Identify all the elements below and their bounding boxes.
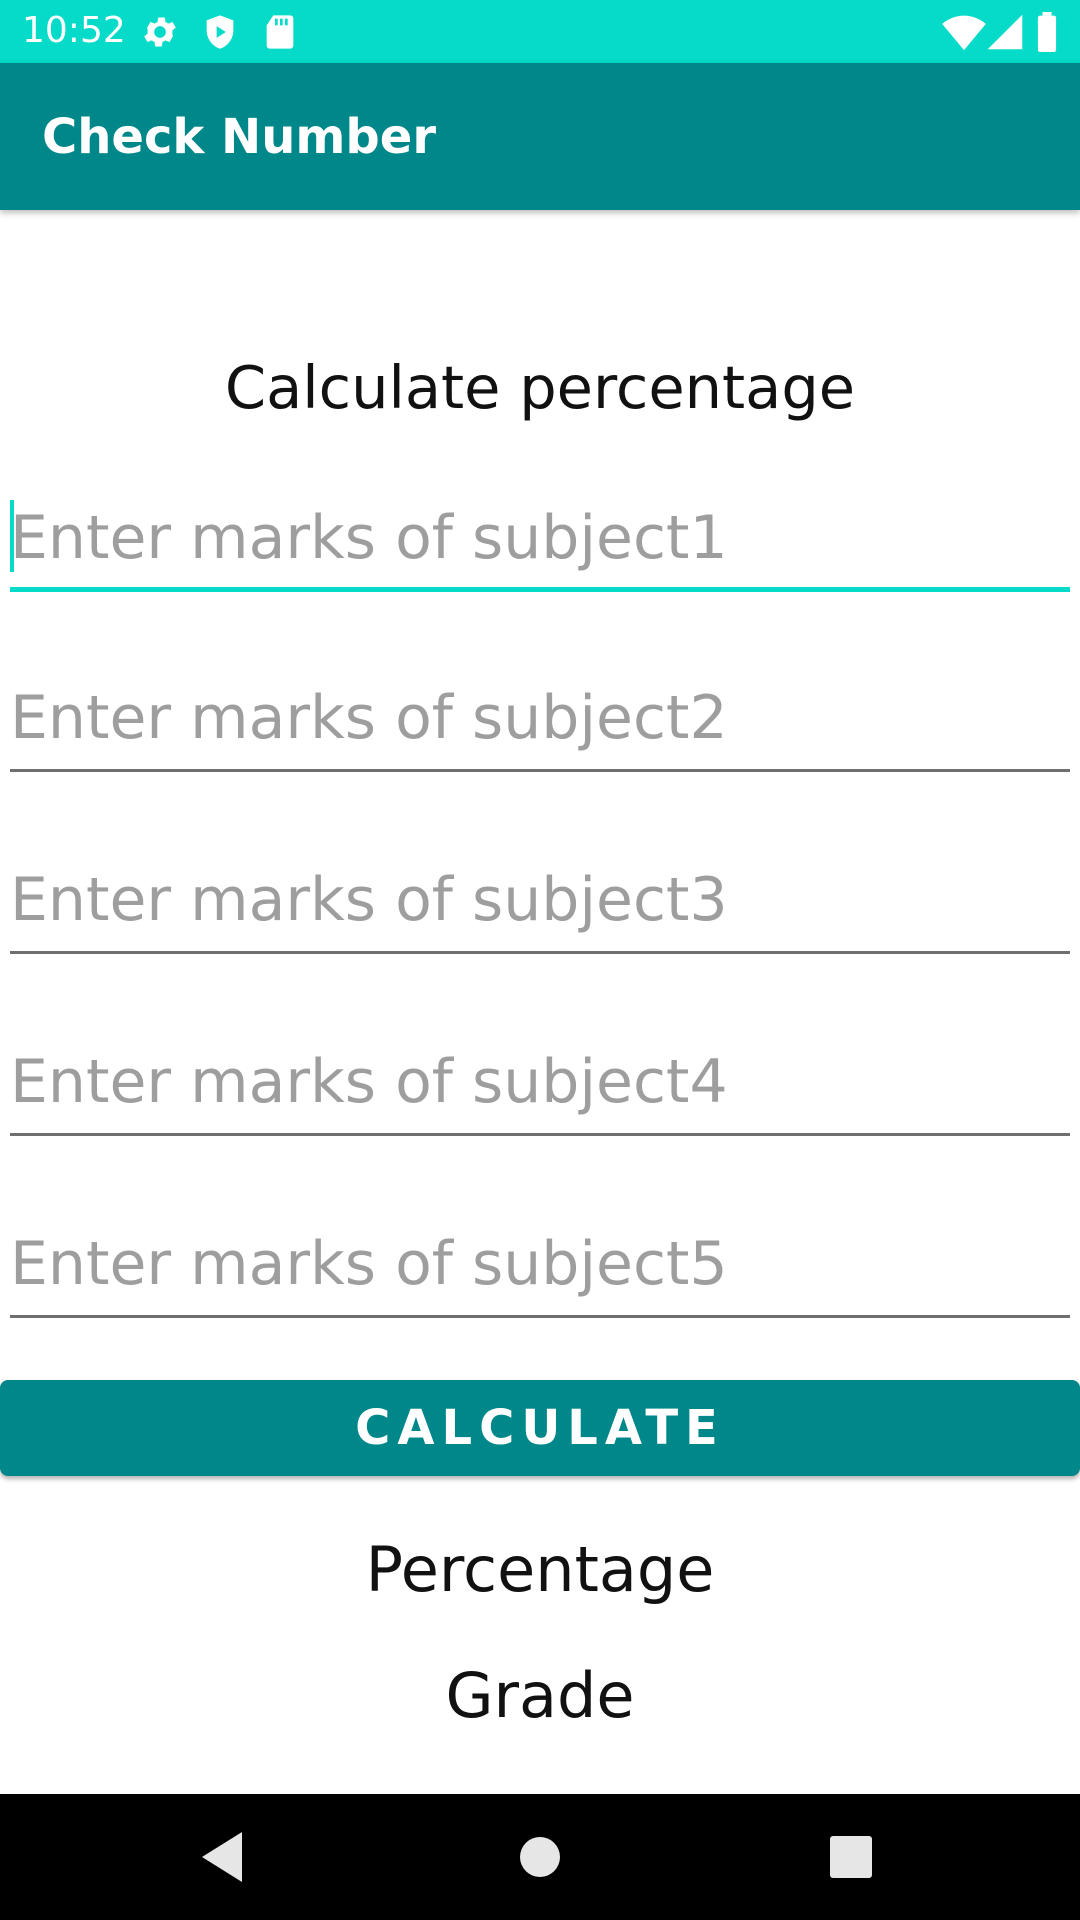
cell-signal-icon bbox=[986, 12, 1026, 52]
subject2-field[interactable] bbox=[10, 668, 1070, 772]
subject1-field[interactable] bbox=[10, 488, 1070, 592]
page-heading: Calculate percentage bbox=[224, 353, 856, 422]
subject2-input[interactable] bbox=[10, 668, 1070, 768]
calculate-button[interactable]: CALCULATE bbox=[0, 1380, 1080, 1476]
grade-label: Grade bbox=[445, 1659, 635, 1732]
wifi-icon bbox=[942, 12, 986, 52]
recents-icon[interactable] bbox=[818, 1824, 884, 1890]
subject5-input[interactable] bbox=[10, 1214, 1070, 1314]
subject4-underline bbox=[10, 1133, 1070, 1136]
app-bar: Check Number bbox=[0, 63, 1080, 210]
gear-icon bbox=[140, 12, 180, 52]
subject1-input[interactable] bbox=[10, 488, 1070, 588]
status-time: 10:52 bbox=[22, 10, 126, 51]
subject3-underline bbox=[10, 951, 1070, 954]
subject2-underline bbox=[10, 769, 1070, 772]
app-title: Check Number bbox=[42, 109, 436, 165]
shield-play-icon bbox=[200, 12, 240, 52]
percentage-label: Percentage bbox=[365, 1533, 715, 1606]
screen: 10:52 Check Number Calculate percentage … bbox=[0, 0, 1080, 1920]
subject3-field[interactable] bbox=[10, 850, 1070, 954]
sd-card-icon bbox=[260, 12, 300, 52]
text-cursor bbox=[10, 500, 14, 572]
navigation-bar bbox=[0, 1794, 1080, 1920]
status-bar: 10:52 bbox=[0, 0, 1080, 63]
subject4-field[interactable] bbox=[10, 1032, 1070, 1136]
back-icon[interactable] bbox=[192, 1824, 258, 1890]
subject5-underline bbox=[10, 1315, 1070, 1318]
subject5-field[interactable] bbox=[10, 1214, 1070, 1318]
subject4-input[interactable] bbox=[10, 1032, 1070, 1132]
subject1-underline bbox=[10, 587, 1070, 592]
home-icon[interactable] bbox=[507, 1824, 573, 1890]
subject3-input[interactable] bbox=[10, 850, 1070, 950]
battery-icon bbox=[1035, 12, 1075, 52]
